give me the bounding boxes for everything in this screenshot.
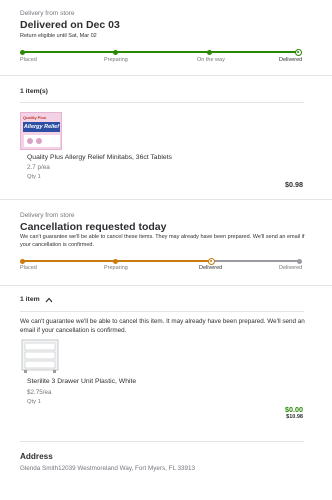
item-price-each: $2.75/ea (27, 389, 52, 396)
order1-progress-track (20, 48, 302, 56)
fulfillment-label: Delivery from store (20, 212, 75, 219)
step-label-delivered: Delivered (279, 265, 303, 271)
step-dot-placed (20, 258, 25, 264)
item-qty: Qty 1 (27, 399, 41, 405)
order-status-title: Delivered on Dec 03 (20, 19, 120, 31)
item-cancellation-notice: We can't guarantee we'll be able to canc… (20, 318, 305, 334)
fulfillment-label: Delivery from store (20, 10, 75, 17)
divider (20, 441, 304, 442)
step-label-preparing: Preparing (104, 265, 128, 271)
address-title: Address (20, 452, 53, 461)
address-line: Glenda Smith12039 Westmoreland Way, Fort… (20, 465, 195, 472)
step-dot-preparing (113, 49, 118, 55)
item-price-each: 2.7 p/ea (27, 164, 50, 171)
step-label-placed: Placed (20, 57, 37, 63)
step-dot-preparing (113, 258, 118, 264)
divider (20, 311, 304, 312)
step-dot-placed (20, 49, 25, 55)
product-image-allergy-relief[interactable]: Quality Plus Allergy Relief (20, 112, 62, 150)
step-label-delivered: Delivered (279, 57, 303, 63)
item-total: $0.98 (285, 180, 303, 189)
product-brand-text: Quality Plus (23, 115, 47, 120)
return-eligibility-note: Return eligible until Sat, Mar 02 (20, 33, 97, 39)
divider (20, 102, 304, 103)
divider (0, 285, 332, 286)
items-count: 1 item(s) (20, 88, 48, 95)
order2-progress-track (20, 257, 302, 265)
item-qty: Qty 1 (27, 174, 41, 180)
step-ring-current (208, 257, 215, 265)
step-label-on-the-way: On the way (197, 57, 225, 63)
item-name[interactable]: Sterilite 3 Drawer Unit Plastic, White (27, 378, 217, 385)
step-ring-delivered (295, 48, 302, 56)
cancellation-notice: We can't guarantee we'll be able to canc… (20, 234, 305, 248)
items-toggle[interactable]: 1 item (20, 296, 53, 303)
order-status-title: Cancellation requested today (20, 221, 167, 233)
step-label-preparing: Preparing (104, 57, 128, 63)
items-toggle-label: 1 item (20, 296, 40, 303)
chevron-up-icon (45, 297, 53, 302)
product-label-text: Allergy Relief (23, 122, 60, 132)
divider (0, 75, 332, 76)
item-original-total: $10.98 (286, 414, 303, 420)
step-label-placed: Placed (20, 265, 37, 271)
item-name[interactable]: Quality Plus Allergy Relief Minitabs, 36… (27, 154, 217, 161)
product-image-sterilite-drawers[interactable] (20, 338, 60, 374)
step-dot-on-the-way (207, 49, 212, 55)
item-total-green: $0.00 (285, 405, 303, 414)
step-label-current: Delivered (199, 265, 223, 271)
step-dot-delivered (297, 258, 302, 264)
divider (0, 199, 332, 200)
